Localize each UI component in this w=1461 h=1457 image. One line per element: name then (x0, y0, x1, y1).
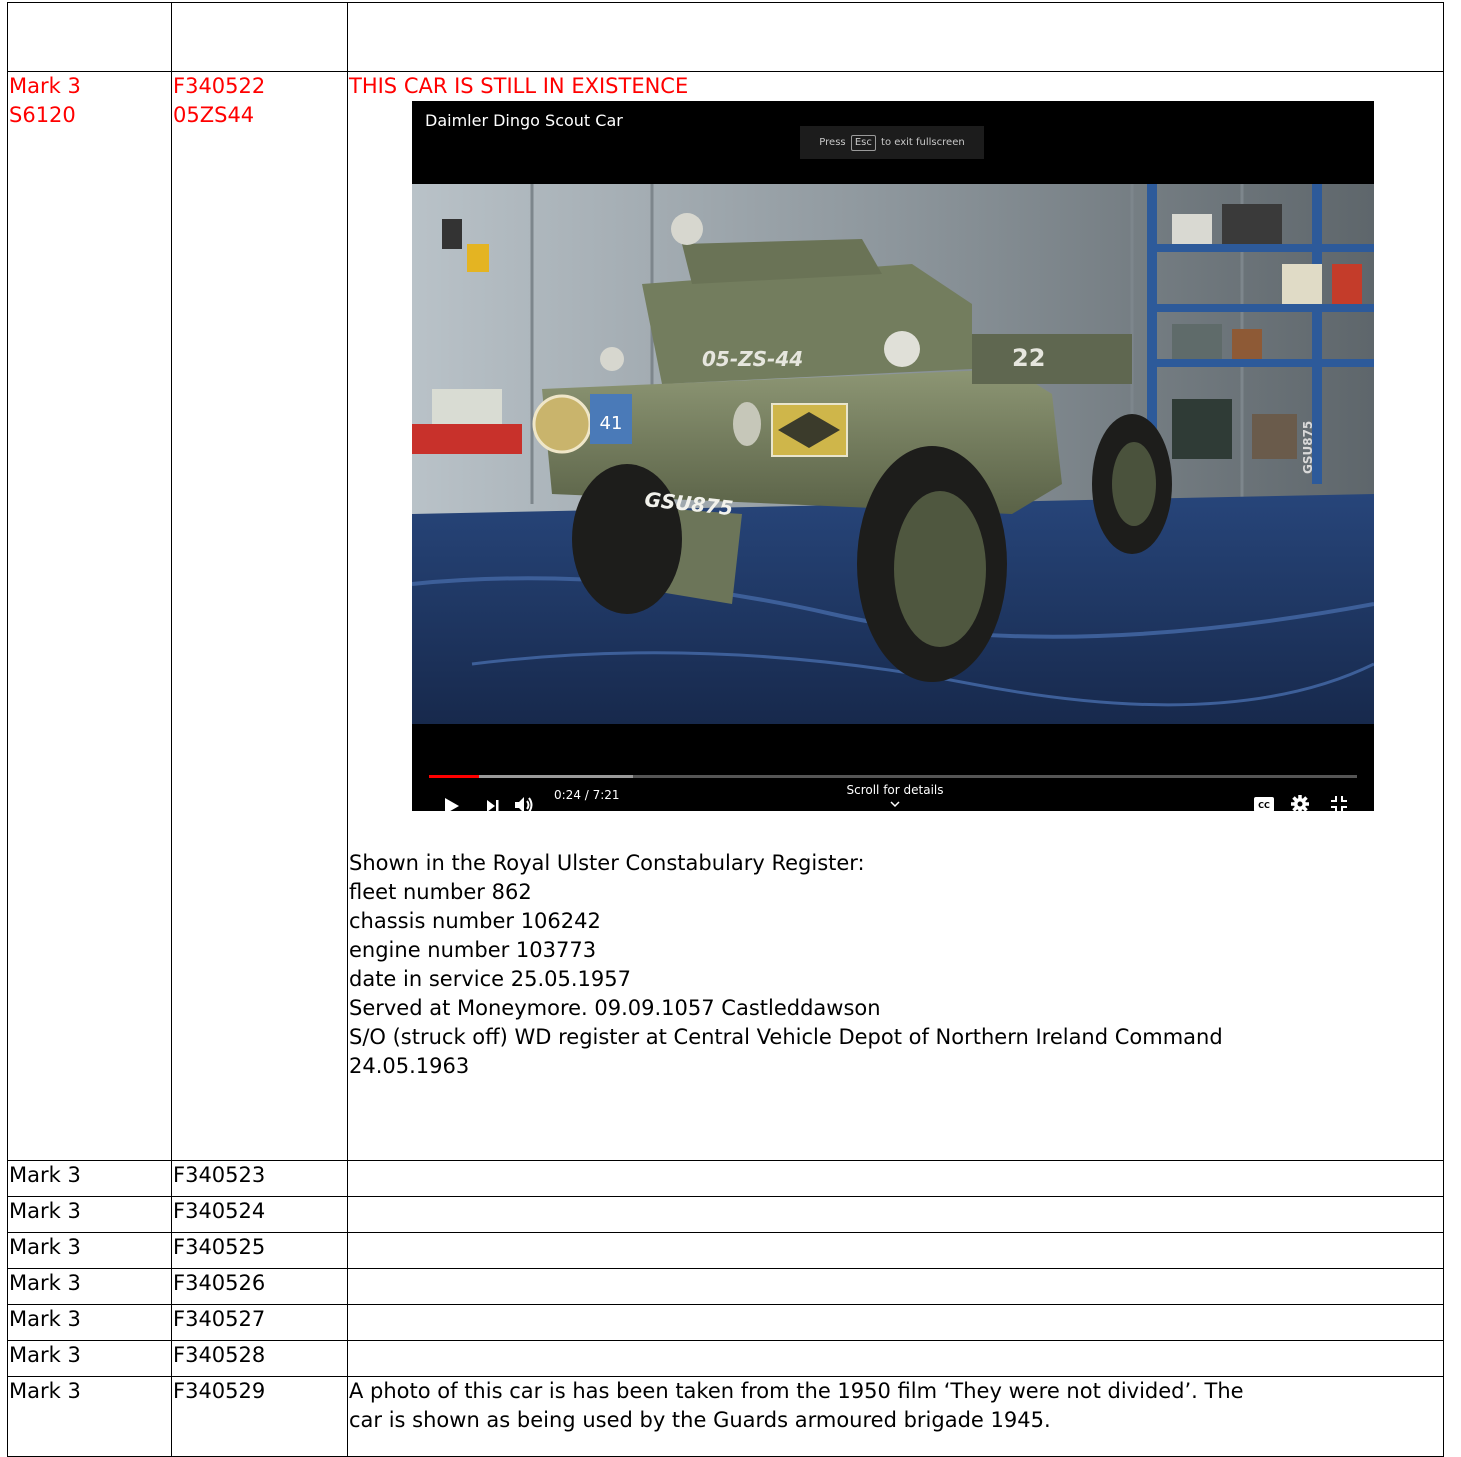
register-line: S/O (struck off) WD register at Central … (349, 1025, 1223, 1049)
side-plate-marking: GSU875 (1301, 421, 1315, 474)
table-row: Mark 3 F340528 (7, 1340, 1444, 1377)
badge-number: 41 (600, 413, 623, 434)
mark-cell: Mark 3 (7, 1376, 172, 1457)
table-row: Mark 3 F340523 (7, 1160, 1444, 1197)
number-cell: F340525 (171, 1232, 348, 1269)
video-title[interactable]: Daimler Dingo Scout Car (425, 111, 623, 131)
number-cell: F340529 (171, 1376, 348, 1457)
number-cell: F340527 (171, 1304, 348, 1341)
scroll-for-details[interactable]: Scroll for details (845, 783, 945, 811)
play-icon[interactable] (445, 798, 459, 811)
video-time: 0:24 / 7:21 (554, 788, 620, 802)
turret-number: 22 (1012, 344, 1045, 372)
mark-cell: Mark 3 (7, 1340, 172, 1377)
next-icon[interactable] (487, 800, 499, 811)
notes-cell: THIS CAR IS STILL IN EXISTENCE Daimler D… (347, 71, 1444, 1161)
fullscreen-hint: Press Esc to exit fullscreen (800, 126, 984, 159)
register-line: Served at Moneymore. 09.09.1057 Castledd… (349, 996, 881, 1020)
notes-cell (347, 1268, 1444, 1305)
notes-cell (347, 1304, 1444, 1341)
number-cell: F340523 (171, 1160, 348, 1197)
mark-cell: Mark 3 (7, 1268, 172, 1305)
chevron-down-icon (890, 801, 900, 808)
table-row: Mark 3 F340529 A photo of this car is ha… (7, 1376, 1444, 1457)
register-line: 24.05.1963 (349, 1054, 470, 1078)
number-cell: F340528 (171, 1340, 348, 1377)
table-row: Mark 3 F340525 (7, 1232, 1444, 1269)
vehicle-register-table: Mark 3 S6120 F340522 05ZS44 THIS CAR IS … (7, 2, 1444, 1457)
register-line: Shown in the Royal Ulster Constabulary R… (349, 851, 865, 875)
captions-icon[interactable]: CC (1254, 797, 1274, 811)
table-row (7, 2, 1444, 72)
number-cell: F340524 (171, 1196, 348, 1233)
mark-cell: Mark 3 (7, 1304, 172, 1341)
svg-text:CC: CC (1258, 801, 1270, 810)
register-line: date in service 25.05.1957 (349, 967, 631, 991)
hint-text-after: to exit fullscreen (881, 137, 965, 148)
notes-cell: A photo of this car is has been taken fr… (347, 1376, 1444, 1457)
notes-cell (347, 2, 1444, 72)
hull-marking: 05-ZS-44 (702, 347, 803, 371)
video-frame[interactable]: 41 05-ZS-44 22 GSU875 GSU875 (412, 184, 1374, 724)
scroll-label: Scroll for details (846, 783, 944, 797)
register-line: chassis number 106242 (349, 909, 601, 933)
mark-label: Mark 3 (9, 74, 81, 98)
mark-cell: Mark 3 (7, 1232, 172, 1269)
register-details: Shown in the Royal Ulster Constabulary R… (349, 849, 1443, 1081)
progress-bar[interactable] (429, 775, 1357, 778)
table-row: Mark 3 F340524 (7, 1196, 1444, 1233)
census-number: F340522 (173, 74, 266, 98)
number-cell: F340526 (171, 1268, 348, 1305)
exit-fullscreen-icon[interactable] (1331, 796, 1347, 811)
played-fill (429, 775, 480, 778)
volume-icon[interactable] (515, 796, 535, 811)
table-row: Mark 3 F340527 (7, 1304, 1444, 1341)
video-player[interactable]: Daimler Dingo Scout Car Press Esc to exi… (412, 101, 1374, 811)
mark-cell: Mark 3 (7, 1160, 172, 1197)
mark-cell: Mark 3 S6120 (7, 71, 172, 1161)
mark-cell (7, 2, 172, 72)
existence-heading: THIS CAR IS STILL IN EXISTENCE (349, 74, 689, 98)
notes-cell (347, 1160, 1444, 1197)
registration-number: 05ZS44 (173, 103, 255, 127)
table-row-existing-car: Mark 3 S6120 F340522 05ZS44 THIS CAR IS … (7, 71, 1444, 1161)
mark-cell: Mark 3 (7, 1196, 172, 1233)
table-row: Mark 3 F340526 (7, 1268, 1444, 1305)
esc-key: Esc (850, 135, 876, 151)
service-number: S6120 (9, 103, 76, 127)
notes-cell (347, 1232, 1444, 1269)
number-cell (171, 2, 348, 72)
notes-line: car is shown as being used by the Guards… (349, 1408, 1051, 1432)
notes-cell (347, 1340, 1444, 1377)
notes-cell (347, 1196, 1444, 1233)
settings-icon[interactable] (1291, 795, 1309, 811)
register-line: fleet number 862 (349, 880, 532, 904)
register-line: engine number 103773 (349, 938, 597, 962)
number-cell: F340522 05ZS44 (171, 71, 348, 1161)
hint-text-before: Press (819, 137, 846, 148)
notes-line: A photo of this car is has been taken fr… (349, 1379, 1244, 1403)
